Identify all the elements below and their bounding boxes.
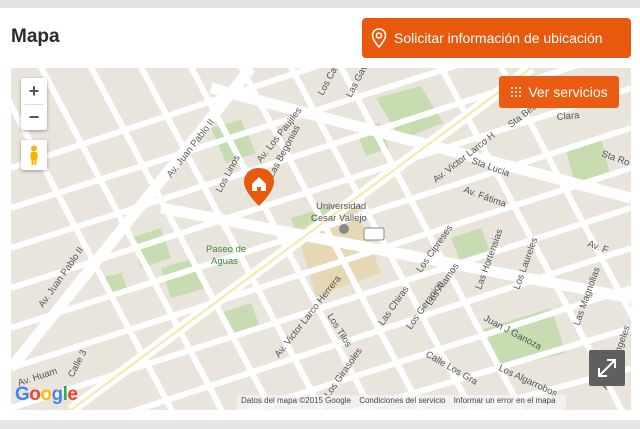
map-attribution: Datos del mapa ©2015 Google Condiciones … — [237, 395, 566, 410]
svg-text:Clara: Clara — [556, 110, 580, 123]
pegman-icon — [30, 145, 38, 165]
zoom-in-button[interactable]: + — [21, 78, 47, 104]
location-pin-icon — [371, 28, 387, 48]
request-location-info-button[interactable]: Solicitar información de ubicación — [362, 18, 631, 58]
top-divider — [0, 0, 640, 8]
street-view-pegman[interactable] — [21, 140, 47, 170]
view-services-button[interactable]: Ver servicios — [499, 76, 619, 108]
report-error-link[interactable]: Informar un error en el mapa — [454, 396, 556, 405]
svg-text:Universidad: Universidad — [316, 201, 366, 212]
university-icon — [339, 224, 349, 234]
svg-text:Aguas: Aguas — [211, 256, 238, 267]
zoom-divider — [25, 104, 43, 105]
svg-text:Cesar Vallejo: Cesar Vallejo — [311, 213, 367, 224]
fullscreen-button[interactable] — [589, 350, 625, 386]
svg-text:Paseo de: Paseo de — [206, 244, 246, 255]
request-location-info-label: Solicitar información de ubicación — [394, 30, 603, 46]
map-canvas[interactable]: Av. Juan Pablo II Av. Los Paujiles Los L… — [11, 68, 631, 410]
map-data-attribution[interactable]: Datos del mapa ©2015 Google — [241, 396, 351, 405]
view-services-label: Ver servicios — [528, 84, 608, 100]
section-title: Mapa — [11, 26, 60, 47]
bottom-divider — [0, 420, 640, 429]
terms-of-service-link[interactable]: Condiciones del servicio — [359, 396, 445, 405]
google-logo[interactable]: Google — [15, 384, 78, 406]
highway-shield-icon — [363, 227, 385, 241]
zoom-out-button[interactable]: − — [21, 104, 47, 130]
expand-icon — [598, 359, 616, 377]
services-grid-icon — [511, 87, 522, 97]
zoom-control: + − — [21, 78, 47, 130]
map-view[interactable]: Av. Juan Pablo II Av. Los Paujiles Los L… — [11, 68, 631, 410]
